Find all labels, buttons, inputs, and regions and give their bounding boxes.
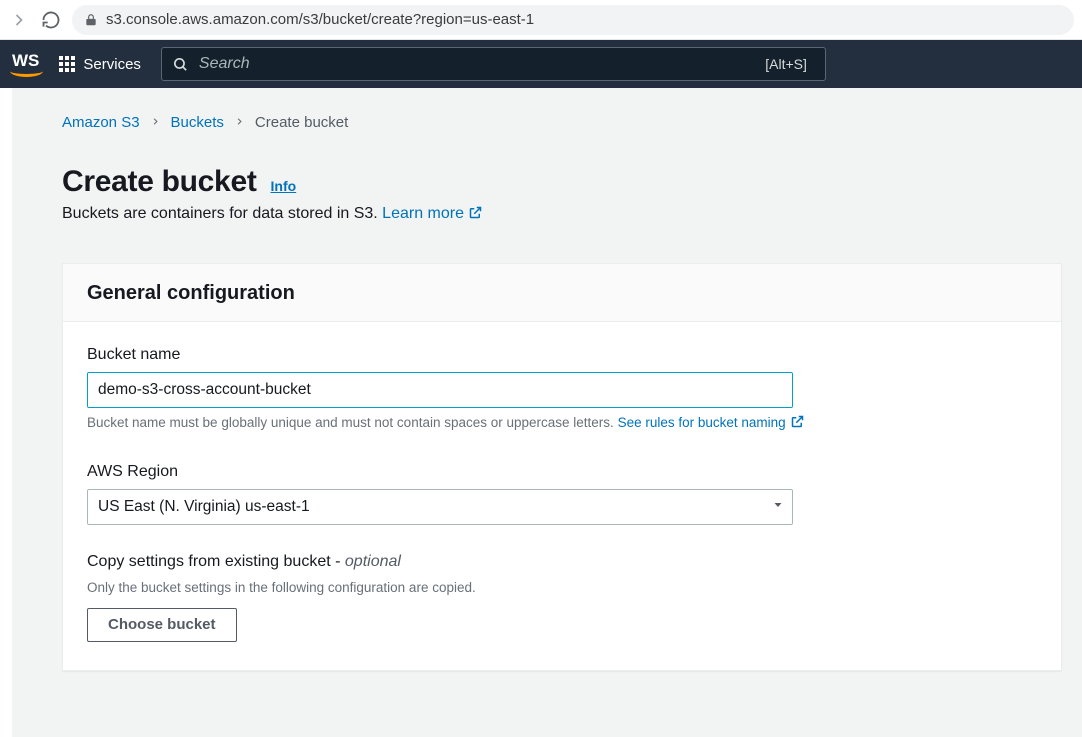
learn-more-link[interactable]: Learn more xyxy=(382,205,483,222)
aws-region-field: AWS Region US East (N. Virginia) us-east… xyxy=(87,463,1037,525)
url-bar[interactable]: s3.console.aws.amazon.com/s3/bucket/crea… xyxy=(72,5,1074,35)
grid-icon xyxy=(59,56,75,72)
search-icon xyxy=(172,56,189,73)
page-subtitle: Buckets are containers for data stored i… xyxy=(62,205,1032,225)
copy-settings-helper: Only the bucket settings in the followin… xyxy=(87,579,1037,598)
aws-region-selected-value: US East (N. Virginia) us-east-1 xyxy=(98,498,310,516)
bucket-naming-rules-link[interactable]: See rules for bucket naming xyxy=(618,415,805,430)
aws-region-select[interactable]: US East (N. Virginia) us-east-1 xyxy=(87,489,793,525)
copy-settings-field: Copy settings from existing bucket - opt… xyxy=(87,553,1037,642)
caret-down-icon xyxy=(772,498,784,516)
copy-settings-label: Copy settings from existing bucket - opt… xyxy=(87,553,1037,571)
bucket-name-input[interactable] xyxy=(87,372,793,408)
breadcrumb-link-s3[interactable]: Amazon S3 xyxy=(62,114,140,131)
external-link-icon xyxy=(790,414,805,435)
breadcrumb-link-buckets[interactable]: Buckets xyxy=(171,114,224,131)
aws-logo[interactable]: WS xyxy=(12,51,39,77)
aws-top-nav: WS Services [Alt+S] xyxy=(0,40,1082,88)
chevron-right-icon xyxy=(234,114,245,131)
breadcrumb-current: Create bucket xyxy=(255,114,348,131)
bucket-name-label: Bucket name xyxy=(87,346,1037,364)
breadcrumb: Amazon S3 Buckets Create bucket xyxy=(62,114,1032,131)
info-link[interactable]: Info xyxy=(271,178,297,194)
bucket-name-helper: Bucket name must be globally unique and … xyxy=(87,414,1037,435)
external-link-icon xyxy=(468,205,483,225)
global-search[interactable]: [Alt+S] xyxy=(161,47,826,81)
chevron-right-icon xyxy=(150,114,161,131)
page-body: Amazon S3 Buckets Create bucket Create b… xyxy=(0,88,1082,737)
browser-chrome: s3.console.aws.amazon.com/s3/bucket/crea… xyxy=(0,0,1082,40)
choose-bucket-button[interactable]: Choose bucket xyxy=(87,608,237,642)
aws-region-label: AWS Region xyxy=(87,463,1037,481)
services-menu-button[interactable]: Services xyxy=(53,52,147,77)
services-label: Services xyxy=(83,56,141,73)
forward-arrow-icon[interactable] xyxy=(8,9,30,31)
reload-icon[interactable] xyxy=(40,9,62,31)
search-input[interactable] xyxy=(199,55,747,73)
search-shortcut-hint: [Alt+S] xyxy=(757,54,815,74)
page-title: Create bucket xyxy=(62,165,257,199)
bucket-name-field: Bucket name Bucket name must be globally… xyxy=(87,346,1037,435)
panel-header: General configuration xyxy=(63,264,1061,322)
lock-icon xyxy=(84,13,98,27)
subtitle-text: Buckets are containers for data stored i… xyxy=(62,205,382,222)
url-text: s3.console.aws.amazon.com/s3/bucket/crea… xyxy=(106,11,534,28)
general-configuration-panel: General configuration Bucket name Bucket… xyxy=(62,263,1062,671)
panel-title: General configuration xyxy=(87,282,1037,305)
